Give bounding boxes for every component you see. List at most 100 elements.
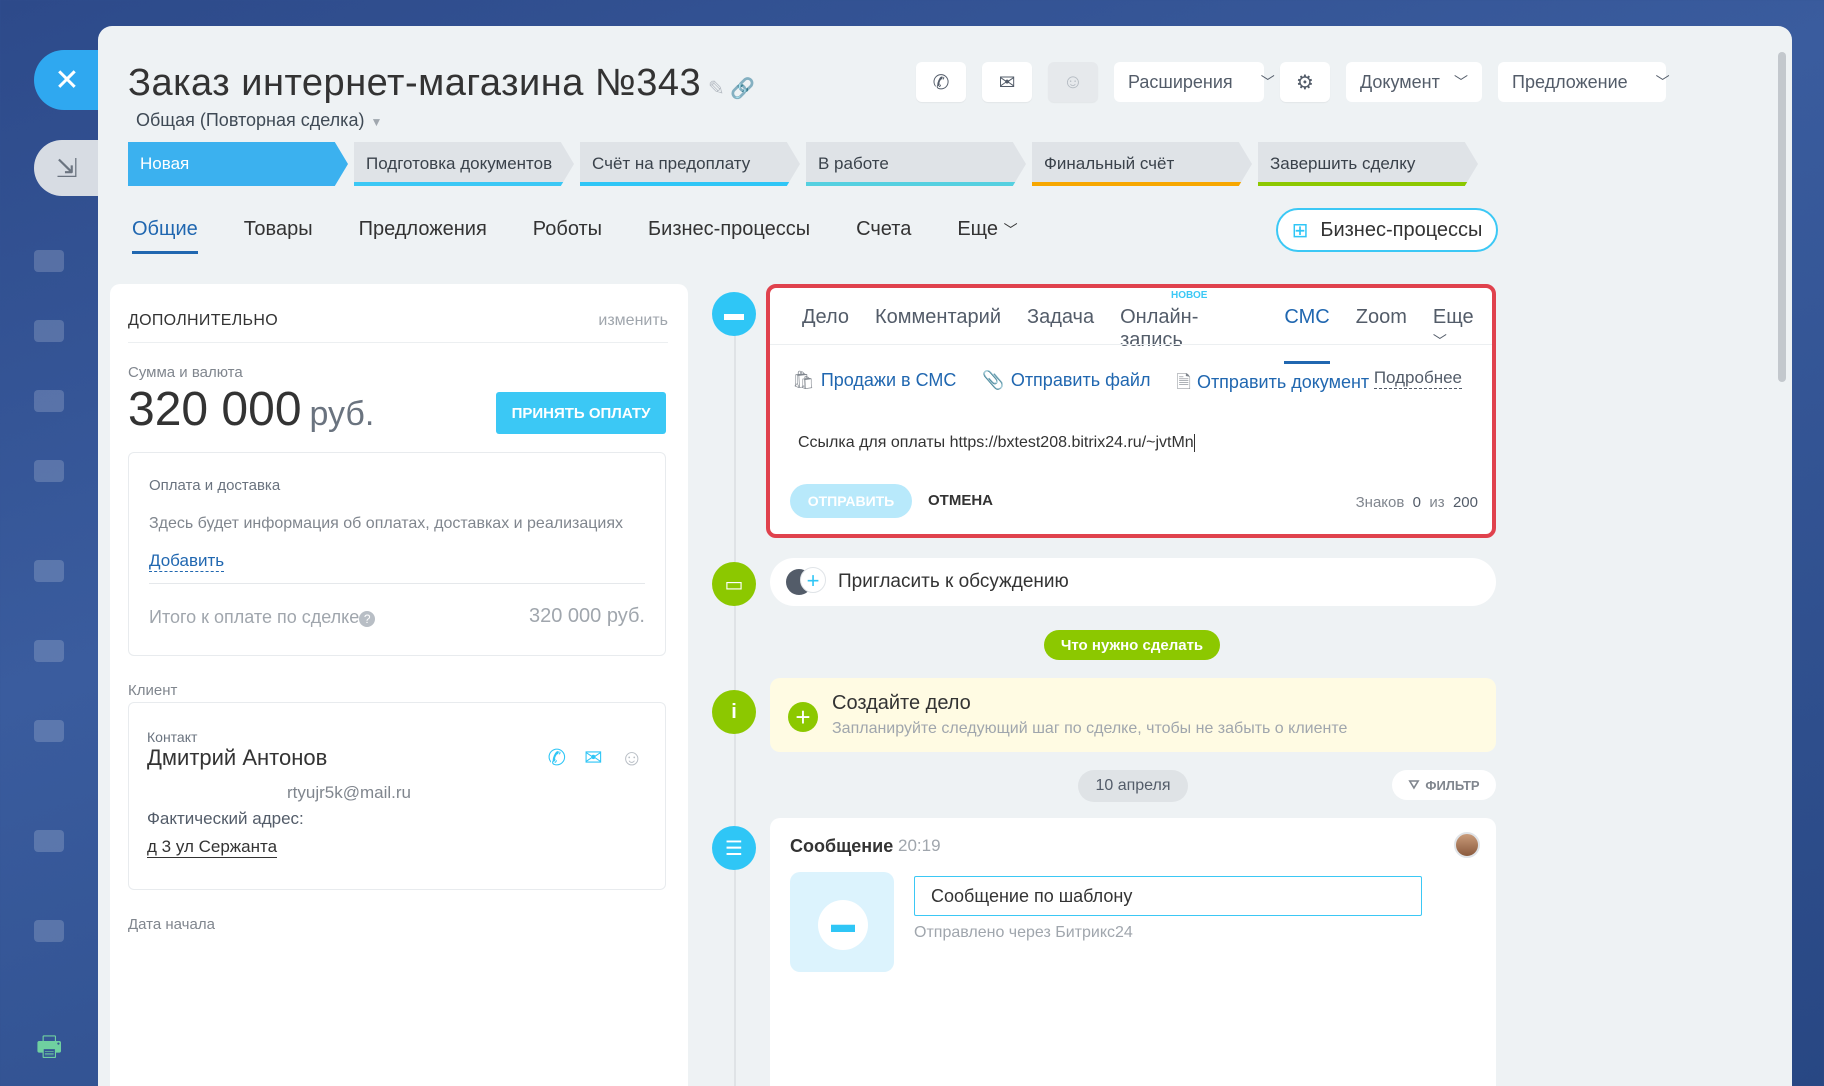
cancel-button[interactable]: ОТМЕНА — [928, 492, 993, 509]
counter-max: 200 — [1452, 494, 1478, 511]
stage-label: Завершить сделку — [1270, 154, 1416, 173]
tab-more[interactable]: Еще ﹀ — [1433, 306, 1492, 364]
payment-info-text: Здесь будет информация об оплатах, доста… — [149, 515, 623, 532]
minimize-slider-button[interactable]: ⇲ — [34, 140, 100, 196]
sidebar-menu-icon[interactable] — [34, 460, 64, 482]
add-payment-link[interactable]: Добавить — [149, 551, 225, 572]
filter-icon: ⛛ — [1408, 777, 1420, 792]
deal-category[interactable]: Общая (Повторная сделка) ▼ — [136, 110, 382, 131]
business-processes-button[interactable]: ⊞ Бизнес-процессы — [1276, 208, 1498, 252]
sidebar-menu-icon[interactable] — [34, 250, 64, 272]
accept-payment-button[interactable]: ПРИНЯТЬ ОПЛАТУ — [496, 392, 666, 434]
settings-button[interactable]: ⚙ — [1280, 62, 1330, 102]
payment-delivery-box: Оплата и доставка Здесь будет информация… — [128, 452, 666, 656]
sum-label: Сумма и валюта — [128, 364, 243, 381]
sidebar-menu-icon[interactable] — [34, 320, 64, 342]
gear-icon: ⚙ — [1296, 71, 1314, 94]
chat-button[interactable]: ☺ — [1048, 62, 1098, 102]
extensions-button[interactable]: Расширения ﹀ — [1114, 62, 1275, 102]
email-button[interactable]: ✉ — [982, 62, 1032, 102]
tab-offers[interactable]: Предложения — [359, 218, 487, 254]
stage-prepayment-invoice[interactable]: Счёт на предоплату — [580, 142, 800, 186]
invite-label: Пригласить к обсуждению — [838, 571, 1069, 592]
sales-in-sms-button[interactable]: 🛍 Продажи в СМС — [792, 370, 956, 400]
tab-task[interactable]: Задача — [1027, 306, 1094, 364]
stage-new[interactable]: Новая — [128, 142, 348, 186]
send-button[interactable]: ОТПРАВИТЬ — [790, 484, 912, 518]
chat-icon[interactable]: ☺ — [621, 745, 643, 771]
action-label: Отправить файл — [1010, 370, 1151, 390]
stage-preparing-documents[interactable]: Подготовка документов — [354, 142, 574, 186]
sms-text-input[interactable]: Ссылка для оплаты https://bxtest208.bitr… — [798, 434, 1195, 452]
message-icon-box: ▬ — [790, 872, 894, 972]
invite-to-discussion[interactable]: + Пригласить к обсуждению — [770, 558, 1496, 606]
document-icon: 🗎 — [1176, 372, 1191, 392]
sidebar-menu-icon[interactable] — [34, 920, 64, 942]
sidebar-menu-icon[interactable] — [34, 720, 64, 742]
stage-label: В работе — [818, 154, 889, 173]
message-item: Сообщение 20:19 ▬ Сообщение по шаблону О… — [770, 818, 1496, 1086]
tab-products[interactable]: Товары — [244, 218, 313, 254]
sms-editor: Дело Комментарий Задача НОВОЕ Онлайн-запи… — [766, 284, 1496, 538]
phone-icon[interactable]: ✆ — [548, 745, 566, 771]
stage-label: Счёт на предоплату — [592, 154, 751, 173]
more-details-link[interactable]: Подробнее — [1373, 368, 1462, 389]
tab-online-booking[interactable]: НОВОЕ Онлайн-запись — [1120, 290, 1258, 364]
message-title: Сообщение — [790, 836, 894, 856]
sidebar-menu-icon[interactable] — [34, 640, 64, 662]
tab-more[interactable]: Еще ﹀ — [957, 218, 1017, 254]
stage-close-deal[interactable]: Завершить сделку — [1258, 142, 1478, 186]
sidebar-menu-icon[interactable] — [34, 830, 64, 852]
tab-comment[interactable]: Комментарий — [875, 306, 1001, 364]
scrollbar[interactable] — [1778, 52, 1786, 382]
title-edit-icons: ✎ 🔗 — [708, 76, 755, 101]
sidebar-menu-icon[interactable] — [34, 390, 64, 412]
sms-actions: 🛍 Продажи в СМС 📎 Отправить файл 🗎 Отправит… — [792, 370, 1369, 400]
deal-amount: 320 000 руб. — [128, 382, 374, 437]
tab-activity[interactable]: Дело — [802, 306, 849, 364]
tab-business-processes[interactable]: Бизнес-процессы — [648, 218, 810, 254]
todo-section-pill: Что нужно сделать — [1044, 630, 1220, 660]
stage-in-progress[interactable]: В работе — [806, 142, 1026, 186]
contact-name[interactable]: Дмитрий Антонов — [147, 745, 327, 771]
contact-email[interactable]: rtyujr5k@mail.ru — [287, 783, 411, 803]
invite-user-icon: + — [786, 567, 826, 597]
avatar[interactable] — [1454, 832, 1480, 858]
tab-general[interactable]: Общие — [132, 218, 198, 254]
offer-button[interactable]: Предложение ﹀ — [1498, 62, 1670, 102]
tab-zoom[interactable]: Zoom — [1356, 306, 1407, 364]
editor-tabs: Дело Комментарий Задача НОВОЕ Онлайн-запи… — [802, 290, 1492, 364]
create-activity-card[interactable]: + Создайте дело Запланируйте следующий ш… — [770, 678, 1496, 752]
amount-value: 320 000 — [128, 383, 302, 436]
contact-address[interactable]: д 3 ул Сержанта — [147, 837, 278, 858]
caret-down-icon: ▼ — [370, 115, 383, 129]
tab-invoices[interactable]: Счета — [856, 218, 911, 254]
send-file-button[interactable]: 📎 Отправить файл — [982, 370, 1150, 400]
printer-icon[interactable]: 🖶 — [36, 1026, 62, 1074]
help-icon[interactable]: ? — [359, 611, 376, 627]
chevron-down-icon: ﹀ — [1003, 222, 1018, 238]
envelope-icon[interactable]: ✉ — [584, 745, 602, 771]
tab-robots[interactable]: Роботы — [533, 218, 602, 254]
stage-label: Финальный счёт — [1044, 154, 1175, 173]
sidebar-menu-icon[interactable] — [34, 560, 64, 582]
document-button[interactable]: Документ ﹀ — [1346, 62, 1482, 102]
client-box: Контакт Дмитрий Антонов ✆ ✉ ☺ rtyujr5k@m… — [128, 702, 666, 890]
link-icon[interactable]: 🔗 — [730, 78, 755, 100]
send-document-button[interactable]: 🗎 Отправить документ — [1176, 370, 1369, 400]
counter-of: из — [1429, 494, 1445, 511]
plus-icon: + — [788, 702, 818, 732]
deal-category-label: Общая (Повторная сделка) — [136, 110, 365, 130]
close-slider-button[interactable]: ✕ — [34, 50, 100, 110]
call-button[interactable]: ✆ — [916, 62, 966, 102]
tab-sms[interactable]: СМС — [1284, 306, 1330, 364]
stage-label: Новая — [140, 154, 190, 173]
chevron-down-icon[interactable]: ﹀ — [1261, 72, 1275, 92]
pencil-icon[interactable]: ✎ — [708, 78, 725, 100]
left-sidebar-strip: ✕ ⇲ 🖶 — [0, 0, 100, 1086]
address-label: Фактический адрес: — [147, 809, 304, 828]
filter-button[interactable]: ⛛ ФИЛЬТР — [1392, 770, 1496, 800]
chevron-down-icon[interactable]: ﹀ — [1656, 72, 1670, 92]
stage-final-invoice[interactable]: Финальный счёт — [1032, 142, 1252, 186]
edit-section-link[interactable]: изменить — [598, 312, 668, 330]
